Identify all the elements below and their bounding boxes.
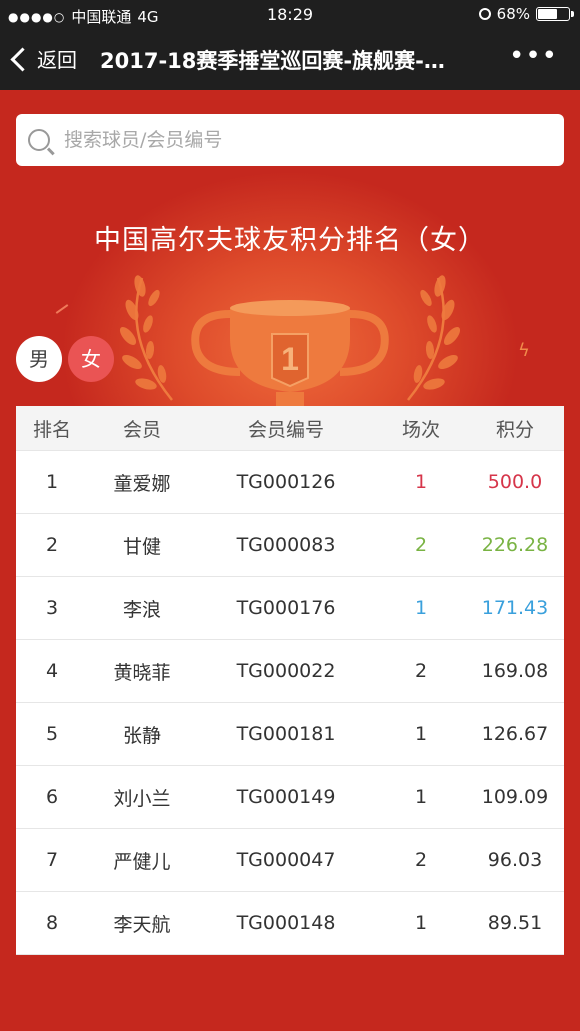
table-row[interactable]: 5 张静 TG000181 1 126.67: [16, 703, 564, 766]
row-games: 2: [414, 660, 428, 682]
row-rank: 6: [45, 786, 59, 808]
ranking-title: 中国高尔夫球友积分排名（女）: [94, 225, 486, 256]
row-rank: 4: [45, 660, 59, 682]
trophy-laurel-icon: 1: [119, 275, 461, 408]
row-points: 96.03: [487, 849, 543, 871]
row-member-id: TG000148: [236, 912, 336, 934]
more-button[interactable]: •••: [509, 43, 558, 69]
row-member-id: TG000126: [236, 471, 336, 493]
status-bar: ●●●●○ 中国联通 4G 18:29 68%: [0, 0, 580, 30]
tab-male[interactable]: 男: [16, 336, 62, 382]
table-row[interactable]: 3 李浪 TG000176 1 171.43: [16, 577, 564, 640]
header-member-id: 会员编号: [247, 418, 324, 441]
row-member-name: 刘小兰: [113, 787, 171, 810]
row-rank: 3: [45, 597, 59, 619]
chevron-left-icon: [10, 47, 35, 72]
table-row[interactable]: 7 严健儿 TG000047 2 96.03: [16, 829, 564, 892]
table-header: 排名 会员 会员编号 场次 积分: [16, 406, 564, 451]
table-body: 1 童爱娜 TG000126 1 500.0 2 甘健 TG000083 2 226.28 3 李浪 T…: [16, 451, 564, 955]
row-games: 2: [414, 849, 428, 871]
row-points: 169.08: [481, 660, 549, 682]
battery-icon: [536, 7, 574, 21]
row-rank: 5: [45, 723, 59, 745]
row-member-id: TG000176: [236, 597, 336, 619]
row-games: 1: [414, 597, 428, 619]
battery-percent: 68%: [496, 5, 530, 23]
row-member-id: TG000083: [236, 534, 336, 556]
search-icon: [28, 129, 50, 151]
header-games: 场次: [401, 418, 440, 441]
row-games: 1: [414, 723, 428, 745]
row-points: 226.28: [481, 534, 549, 556]
alarm-icon: [478, 8, 491, 20]
row-rank: 1: [45, 471, 59, 493]
status-right: 68%: [478, 5, 574, 23]
confetti-decoration: ϟ: [518, 340, 530, 361]
row-points: 171.43: [481, 597, 549, 619]
back-button[interactable]: 返回: [10, 44, 77, 73]
row-points: 126.67: [481, 723, 549, 745]
row-member-id: TG000047: [236, 849, 336, 871]
header-member: 会员: [122, 418, 161, 441]
back-label: 返回: [37, 48, 77, 72]
table-row[interactable]: 1 童爱娜 TG000126 1 500.0: [16, 451, 564, 514]
row-rank: 8: [45, 912, 59, 934]
svg-text:1: 1: [281, 341, 299, 377]
row-rank: 2: [45, 534, 59, 556]
table-row[interactable]: 2 甘健 TG000083 2 226.28: [16, 514, 564, 577]
row-member-name: 甘健: [122, 535, 161, 558]
row-member-name: 李天航: [113, 913, 171, 936]
header-points: 积分: [495, 418, 534, 441]
row-member-id: TG000022: [236, 660, 336, 682]
row-member-name: 李浪: [122, 598, 161, 621]
table-row[interactable]: 4 黄晓菲 TG000022 2 169.08: [16, 640, 564, 703]
row-games: 1: [414, 786, 428, 808]
page-title: 2017-18赛季捶堂巡回赛-旗舰赛-…: [100, 49, 445, 73]
header-rank: 排名: [32, 418, 71, 441]
row-member-name: 张静: [122, 724, 161, 747]
tab-female[interactable]: 女: [68, 336, 114, 382]
ranking-table: 排名 会员 会员编号 场次 积分 1 童爱娜 TG000126 1 500.0 2 甘健 TG…: [16, 406, 564, 955]
content-area: 中国高尔夫球友积分排名（女）: [0, 90, 580, 1031]
search-input[interactable]: [62, 128, 526, 152]
row-member-id: TG000149: [236, 786, 336, 808]
row-member-name: 黄晓菲: [113, 661, 171, 684]
row-member-name: 严健儿: [113, 850, 171, 873]
row-member-name: 童爱娜: [113, 472, 171, 495]
row-points: 109.09: [481, 786, 549, 808]
row-points: 89.51: [487, 912, 543, 934]
row-rank: 7: [45, 849, 59, 871]
nav-bar: 返回 2017-18赛季捶堂巡回赛-旗舰赛-… •••: [0, 30, 580, 90]
row-games: 1: [414, 471, 428, 493]
search-bar[interactable]: [16, 114, 564, 166]
table-row[interactable]: 6 刘小兰 TG000149 1 109.09: [16, 766, 564, 829]
row-games: 1: [414, 912, 428, 934]
row-points: 500.0: [487, 471, 543, 493]
row-member-id: TG000181: [236, 723, 336, 745]
table-row[interactable]: 8 李天航 TG000148 1 89.51: [16, 892, 564, 955]
row-games: 2: [414, 534, 428, 556]
battery-fill: [538, 9, 558, 19]
